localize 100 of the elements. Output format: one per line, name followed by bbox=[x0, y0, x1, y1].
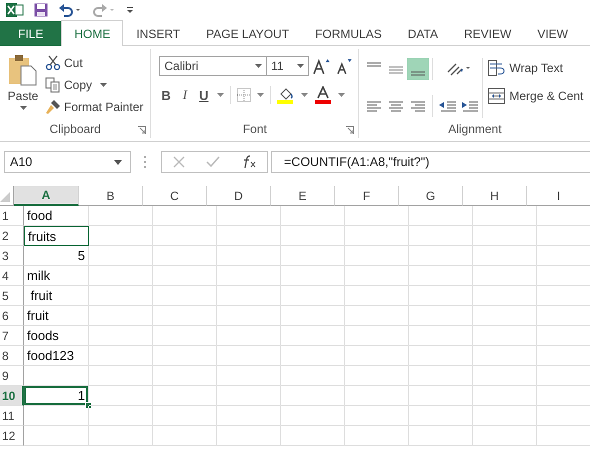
ribbon-tab[interactable]: PAGE LAYOUT bbox=[193, 21, 302, 46]
table-cell[interactable] bbox=[153, 286, 217, 306]
table-cell[interactable] bbox=[345, 346, 409, 366]
redo-icon[interactable] bbox=[92, 3, 116, 17]
row-header[interactable]: 1 bbox=[0, 206, 24, 226]
table-cell[interactable] bbox=[217, 206, 281, 226]
table-cell[interactable] bbox=[153, 386, 217, 406]
table-cell[interactable] bbox=[345, 426, 409, 446]
table-cell[interactable] bbox=[153, 326, 217, 346]
column-header[interactable]: I bbox=[527, 186, 590, 206]
table-cell[interactable] bbox=[409, 246, 473, 266]
table-cell[interactable] bbox=[217, 326, 281, 346]
dropdown-arrow-icon[interactable] bbox=[257, 93, 264, 97]
table-cell[interactable] bbox=[345, 406, 409, 426]
table-cell[interactable] bbox=[89, 246, 153, 266]
table-cell[interactable] bbox=[24, 406, 89, 426]
table-cell[interactable] bbox=[89, 286, 153, 306]
ribbon-tab[interactable]: HOME bbox=[61, 20, 124, 46]
table-cell[interactable] bbox=[281, 406, 345, 426]
table-cell[interactable] bbox=[89, 206, 153, 226]
table-cell[interactable] bbox=[281, 266, 345, 286]
ribbon-tab[interactable]: REVIEW bbox=[450, 21, 524, 46]
table-cell[interactable] bbox=[153, 346, 217, 366]
table-cell[interactable] bbox=[217, 406, 281, 426]
table-cell[interactable]: fruit bbox=[24, 306, 89, 326]
select-all-corner[interactable] bbox=[0, 186, 14, 206]
font-name-field[interactable]: Calibri bbox=[159, 56, 268, 76]
table-cell[interactable] bbox=[345, 386, 409, 406]
ribbon-tab[interactable]: FORMULAS bbox=[302, 21, 395, 46]
shrink-font-icon[interactable] bbox=[334, 57, 354, 75]
row-header[interactable]: 3 bbox=[0, 246, 24, 266]
excel-logo-icon[interactable] bbox=[6, 2, 24, 18]
table-cell[interactable] bbox=[409, 326, 473, 346]
table-cell[interactable] bbox=[153, 306, 217, 326]
table-cell[interactable] bbox=[153, 426, 217, 446]
column-header[interactable]: G bbox=[399, 186, 463, 206]
row-header[interactable]: 5 bbox=[0, 286, 24, 306]
table-cell[interactable] bbox=[409, 426, 473, 446]
table-cell[interactable] bbox=[89, 366, 153, 386]
table-cell[interactable] bbox=[281, 206, 345, 226]
table-cell[interactable] bbox=[153, 226, 217, 246]
row-header[interactable]: 2 bbox=[0, 226, 24, 246]
font-color-icon[interactable] bbox=[314, 86, 332, 104]
ribbon-tab[interactable]: VIEW bbox=[524, 21, 581, 46]
row-header[interactable]: 10 bbox=[0, 386, 24, 406]
save-icon[interactable] bbox=[34, 3, 48, 17]
borders-icon[interactable] bbox=[237, 88, 252, 102]
table-cell[interactable] bbox=[409, 266, 473, 286]
dropdown-arrow-icon[interactable] bbox=[338, 93, 346, 97]
undo-icon[interactable] bbox=[58, 3, 82, 17]
table-cell[interactable] bbox=[473, 206, 537, 226]
formula-field[interactable]: =COUNTIF(A1:A8,"fruit?") bbox=[271, 151, 590, 173]
ribbon-tab[interactable]: INSERT bbox=[123, 21, 194, 46]
table-cell[interactable] bbox=[409, 346, 473, 366]
table-cell[interactable]: fruit bbox=[24, 286, 89, 306]
table-cell[interactable] bbox=[217, 226, 281, 246]
font-size-field[interactable]: 11 bbox=[266, 56, 310, 76]
table-cell[interactable] bbox=[281, 346, 345, 366]
table-cell[interactable] bbox=[217, 346, 281, 366]
table-cell[interactable] bbox=[281, 306, 345, 326]
table-cell[interactable] bbox=[281, 226, 345, 246]
table-cell[interactable] bbox=[345, 326, 409, 346]
table-cell[interactable] bbox=[281, 246, 345, 266]
table-cell[interactable] bbox=[281, 426, 345, 446]
table-cell[interactable]: 1 bbox=[24, 386, 89, 406]
table-cell[interactable] bbox=[89, 426, 153, 446]
column-header[interactable]: B bbox=[79, 186, 143, 206]
row-header[interactable]: 6 bbox=[0, 306, 24, 326]
dialog-launcher-icon[interactable] bbox=[346, 126, 354, 134]
table-cell[interactable] bbox=[409, 226, 473, 246]
table-cell[interactable] bbox=[409, 286, 473, 306]
row-header[interactable]: 12 bbox=[0, 426, 24, 446]
column-header[interactable]: D bbox=[207, 186, 271, 206]
table-cell[interactable] bbox=[281, 326, 345, 346]
column-header[interactable]: E bbox=[271, 186, 335, 206]
table-cell[interactable] bbox=[345, 306, 409, 326]
dialog-launcher-icon[interactable] bbox=[138, 126, 146, 134]
grow-font-icon[interactable] bbox=[312, 57, 332, 75]
table-cell[interactable] bbox=[409, 386, 473, 406]
table-cell[interactable] bbox=[473, 266, 537, 286]
table-cell[interactable] bbox=[345, 366, 409, 386]
table-cell[interactable] bbox=[345, 246, 409, 266]
column-header[interactable]: A bbox=[14, 186, 79, 206]
table-cell[interactable] bbox=[89, 406, 153, 426]
table-cell[interactable] bbox=[473, 366, 537, 386]
dropdown-arrow-icon[interactable] bbox=[301, 93, 308, 97]
table-cell[interactable] bbox=[345, 266, 409, 286]
table-cell[interactable] bbox=[345, 226, 409, 246]
table-cell[interactable] bbox=[473, 246, 537, 266]
table-cell[interactable]: food bbox=[24, 206, 89, 226]
format-painter-button[interactable]: Format Painter bbox=[42, 97, 146, 117]
table-cell[interactable] bbox=[473, 306, 537, 326]
table-cell[interactable] bbox=[473, 426, 537, 446]
table-cell[interactable] bbox=[217, 286, 281, 306]
table-cell[interactable] bbox=[153, 266, 217, 286]
row-header[interactable]: 11 bbox=[0, 406, 24, 426]
table-cell[interactable] bbox=[281, 366, 345, 386]
merge-center-button[interactable]: Merge & Cent bbox=[485, 86, 586, 106]
table-cell[interactable]: milk bbox=[24, 266, 89, 286]
table-cell[interactable] bbox=[153, 246, 217, 266]
